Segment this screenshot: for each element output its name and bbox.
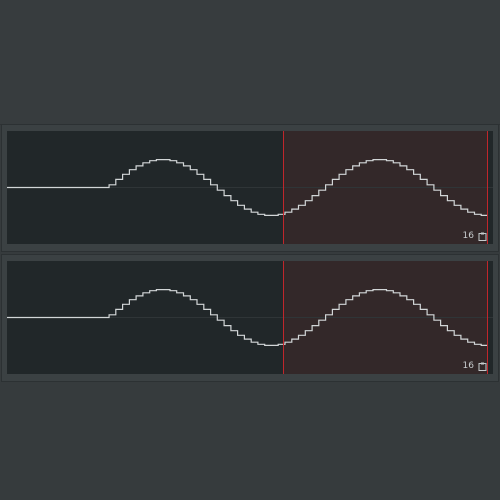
envelope-graph[interactable] bbox=[2, 255, 498, 381]
step-counter[interactable]: 16 bbox=[463, 231, 487, 241]
step-count-value: 16 bbox=[462, 361, 474, 371]
envelope-graph[interactable] bbox=[2, 125, 498, 251]
clipboard-icon[interactable] bbox=[478, 232, 487, 241]
step-count-value: 16 bbox=[462, 231, 474, 241]
clipboard-icon[interactable] bbox=[478, 362, 487, 371]
empty-workspace bbox=[0, 384, 500, 500]
envelope-editor-1[interactable]: 16 bbox=[1, 124, 499, 252]
top-toolbar-area bbox=[0, 0, 500, 124]
step-counter[interactable]: 16 bbox=[463, 361, 487, 371]
envelope-editor-2[interactable]: 16 bbox=[1, 254, 499, 382]
